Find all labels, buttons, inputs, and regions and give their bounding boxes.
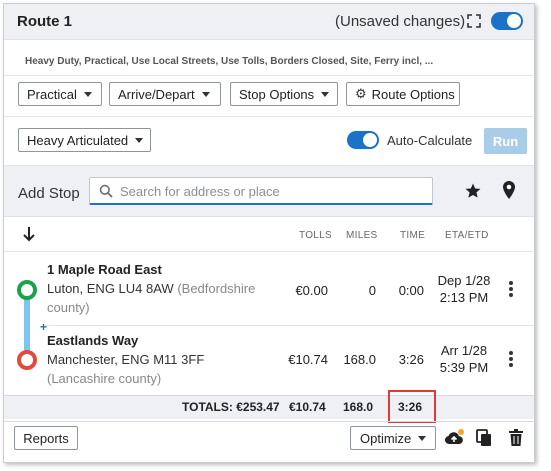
totals-tolls: €10.74 — [289, 400, 326, 414]
stop-menu-kebab-icon[interactable] — [508, 281, 514, 299]
practical-dropdown[interactable]: Practical — [18, 82, 102, 106]
totals-miles: 168.0 — [343, 400, 374, 414]
favorites-star-icon[interactable] — [464, 182, 482, 200]
stop-menu-kebab-icon[interactable] — [508, 351, 514, 369]
vehicle-profile-label: Heavy Articulated — [27, 132, 129, 148]
chevron-down-icon — [321, 91, 330, 97]
stop-tolls: €10.74 — [288, 352, 328, 367]
stop-address: Manchester, ENG M11 3FF (Lancashire coun… — [47, 350, 262, 388]
stop-miles: 0 — [368, 283, 376, 298]
run-button[interactable]: Run — [484, 128, 527, 154]
chevron-down-icon — [418, 435, 427, 441]
gear-icon: ⚙ — [355, 86, 367, 101]
chevron-down-icon — [135, 137, 144, 143]
cloud-upload-icon[interactable] — [444, 428, 464, 448]
time-highlight-box — [388, 390, 436, 423]
column-header-miles: MILES — [346, 230, 378, 241]
divider — [4, 251, 534, 252]
sort-down-arrow-icon[interactable] — [22, 226, 36, 242]
route-options-summary: Heavy Duty, Practical, Use Local Streets… — [25, 56, 434, 67]
auto-calculate-label: Auto-Calculate — [387, 133, 473, 148]
column-header-time: TIME — [400, 230, 426, 241]
practical-label: Practical — [27, 86, 77, 102]
stop-address: Luton, ENG LU4 8AW (Bedfordshire county) — [47, 279, 262, 317]
stop-name: Eastlands Way — [47, 333, 139, 348]
chevron-down-icon — [201, 91, 210, 97]
stop-miles: 168.0 — [343, 352, 376, 367]
route-line — [24, 294, 30, 356]
optimize-label: Optimize — [360, 430, 412, 446]
stop-eta-time: 5:39 PM — [439, 360, 489, 375]
column-header-eta: ETA/ETD — [445, 230, 489, 241]
arrive-depart-label: Arrive/Depart — [118, 86, 195, 102]
stop-tolls: €0.00 — [295, 283, 328, 298]
stop-eta-date: Dep 1/28 — [437, 273, 491, 288]
auto-calculate-toggle[interactable] — [347, 131, 379, 149]
unsaved-status: (Unsaved changes) — [335, 13, 466, 30]
stop-options-label: Stop Options — [239, 86, 315, 102]
end-marker-icon — [17, 350, 37, 370]
divider — [44, 325, 534, 326]
reports-button[interactable]: Reports — [14, 426, 78, 450]
toggle-knob — [363, 133, 377, 147]
route-options-label: Route Options — [371, 86, 455, 102]
start-marker-icon — [17, 280, 37, 300]
vehicle-profile-dropdown[interactable]: Heavy Articulated — [18, 128, 151, 152]
stop-eta: Arr 1/28 5:39 PM — [429, 342, 499, 376]
insert-stop-plus-icon[interactable]: + — [40, 320, 47, 334]
chevron-down-icon — [83, 91, 92, 97]
column-header-tolls: TOLLS — [299, 230, 332, 241]
totals-label: TOTALS: €253.47 — [182, 400, 280, 414]
search-box — [89, 177, 433, 205]
route-options-button[interactable]: ⚙ Route Options — [346, 82, 460, 106]
arrive-depart-dropdown[interactable]: Arrive/Depart — [109, 82, 221, 106]
divider — [4, 75, 534, 76]
add-stop-label: Add Stop — [18, 185, 80, 202]
stop-eta-time: 2:13 PM — [439, 290, 489, 305]
stop-eta-date: Arr 1/28 — [440, 343, 488, 358]
search-icon — [99, 184, 113, 198]
stop-address-line: Manchester, ENG M11 3FF — [47, 352, 205, 367]
divider — [4, 116, 534, 117]
divider — [4, 421, 534, 422]
expand-icon[interactable] — [467, 14, 481, 28]
trash-icon[interactable] — [506, 428, 526, 448]
stop-options-dropdown[interactable]: Stop Options — [230, 82, 338, 106]
stop-time: 3:26 — [398, 352, 424, 367]
search-input[interactable] — [120, 182, 420, 200]
stop-eta: Dep 1/28 2:13 PM — [429, 272, 499, 306]
optimize-dropdown[interactable]: Optimize — [350, 426, 436, 450]
route-title: Route 1 — [17, 13, 73, 30]
stop-region: (Lancashire county) — [47, 371, 162, 386]
stop-name: 1 Maple Road East — [47, 262, 162, 277]
route-visibility-toggle[interactable] — [491, 12, 523, 30]
route-panel: Route 1 (Unsaved changes) Heavy Duty, Pr… — [3, 3, 535, 463]
stop-time: 0:00 — [398, 283, 424, 298]
stop-address-line: Luton, ENG LU4 8AW — [47, 281, 174, 296]
map-pin-icon[interactable] — [501, 180, 517, 200]
copy-icon[interactable] — [474, 428, 494, 448]
toggle-knob — [507, 14, 521, 28]
